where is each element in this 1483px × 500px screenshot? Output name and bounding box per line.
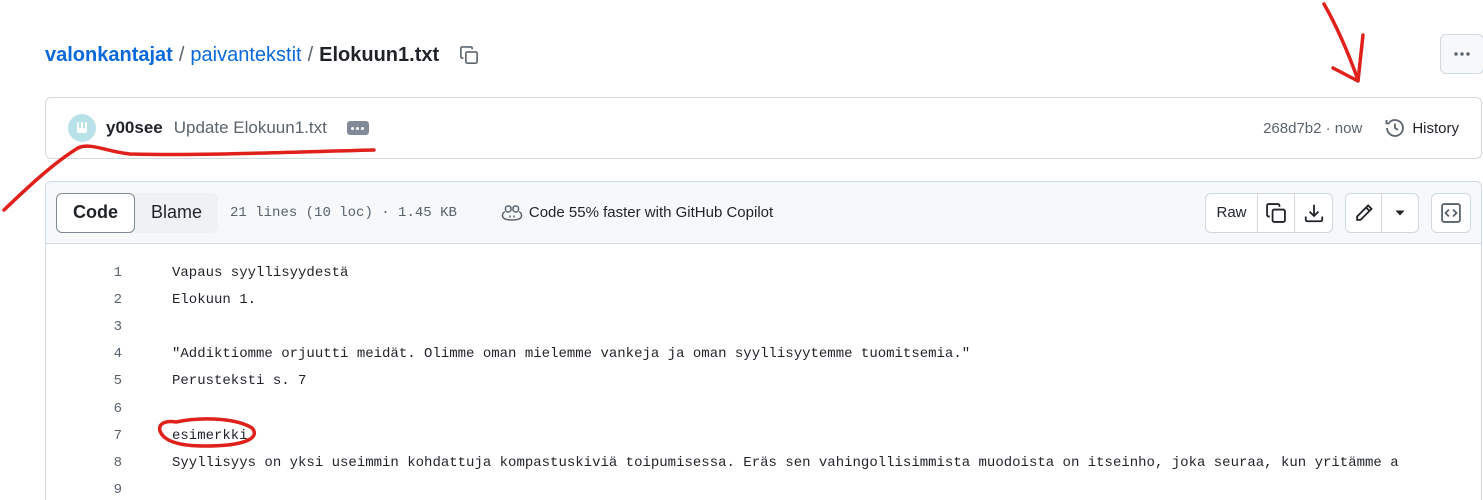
code-line: 7 esimerkki	[46, 422, 1481, 449]
commit-sha-time[interactable]: 268d7b2 · now	[1263, 120, 1362, 137]
tab-blame[interactable]: Blame	[135, 193, 218, 233]
github-file-page: valonkantajat / paivantekstit / Elokuun1…	[0, 0, 1483, 500]
code-square-icon	[1441, 202, 1461, 223]
line-number[interactable]: 7	[46, 428, 122, 444]
line-text: Vapaus syyllisyydestä	[172, 264, 349, 281]
line-number[interactable]: 4	[46, 346, 122, 362]
copy-path-icon[interactable]	[457, 43, 481, 67]
line-number[interactable]: 1	[46, 265, 122, 281]
copilot-promo-text: Code 55% faster with GitHub Copilot	[528, 204, 774, 221]
code-line: 5 Perusteksti s. 7	[46, 368, 1481, 395]
annotation-arrow-history	[1322, 2, 1360, 82]
tab-code[interactable]: Code	[56, 192, 135, 233]
kebab-horizontal-icon	[1454, 52, 1470, 56]
triangle-down-icon	[1395, 210, 1405, 215]
copy-raw-button[interactable]	[1258, 193, 1295, 232]
file-header: Code Blame 21 lines (10 loc) · 1.45 KB C…	[46, 182, 1481, 244]
view-toggle: Code Blame	[56, 192, 219, 233]
history-label: History	[1412, 119, 1459, 137]
history-button[interactable]: History	[1384, 117, 1459, 139]
line-number[interactable]: 6	[46, 401, 122, 417]
code-line: 3	[46, 313, 1481, 340]
code-line: 4 "Addiktiomme orjuutti meidät. Olimme om…	[46, 341, 1481, 368]
line-text: Syyllisyys on yksi useimmin kohdattuja k…	[172, 454, 1399, 471]
avatar[interactable]	[68, 114, 96, 142]
code-line: 6	[46, 395, 1481, 422]
raw-copy-download-group: Raw	[1205, 192, 1333, 233]
line-text: Elokuun 1.	[172, 291, 257, 308]
file-actions: Raw	[1205, 192, 1471, 233]
line-number[interactable]: 8	[46, 455, 122, 471]
code-line: 8 Syyllisyys on yksi useimmin kohdattuja …	[46, 449, 1481, 476]
breadcrumb-separator: /	[307, 44, 314, 66]
latest-commit-bar: y00see Update Elokuun1.txt 268d7b2 · now…	[45, 97, 1482, 159]
download-icon	[1304, 204, 1323, 222]
code-line: 1 Vapaus syyllisyydestä	[46, 259, 1481, 286]
copilot-promo-link[interactable]: Code 55% faster with GitHub Copilot	[501, 203, 773, 223]
line-text: "Addiktiomme orjuutti meidät. Olimme oma…	[172, 346, 971, 363]
annotation-arrowhead-history	[1331, 33, 1365, 83]
code-line: 2 Elokuun 1.	[46, 286, 1481, 313]
breadcrumb-separator: /	[178, 44, 185, 66]
code-line: 9	[46, 477, 1481, 500]
line-number[interactable]: 3	[46, 319, 122, 335]
history-icon	[1385, 119, 1405, 137]
copy-icon	[1266, 202, 1286, 223]
commit-author[interactable]: y00see	[106, 118, 163, 138]
copilot-icon	[501, 204, 523, 221]
more-options-button[interactable]	[1440, 34, 1483, 74]
line-text: esimerkki	[172, 427, 248, 444]
line-number[interactable]: 9	[46, 482, 122, 498]
commit-message[interactable]: Update Elokuun1.txt	[174, 118, 327, 138]
symbols-panel-button[interactable]	[1431, 192, 1471, 233]
breadcrumb-repo-link[interactable]: valonkantajat	[45, 40, 173, 70]
code-content[interactable]: 1 Vapaus syyllisyydestä 2 Elokuun 1. 3 4 "A…	[46, 244, 1481, 500]
breadcrumb-file-name: Elokuun1.txt	[319, 44, 440, 66]
pencil-icon	[1355, 203, 1373, 221]
download-button[interactable]	[1295, 194, 1332, 232]
line-text: Perusteksti s. 7	[172, 373, 307, 390]
edit-options-dropdown[interactable]	[1382, 194, 1418, 232]
file-viewer: Code Blame 21 lines (10 loc) · 1.45 KB C…	[45, 181, 1482, 500]
file-stats: 21 lines (10 loc) · 1.45 KB	[230, 204, 457, 221]
line-number[interactable]: 2	[46, 292, 122, 308]
line-number[interactable]: 5	[46, 373, 122, 389]
expand-commit-message-button[interactable]	[346, 121, 369, 135]
edit-group	[1345, 192, 1419, 233]
breadcrumb-folder-link[interactable]: paivantekstit	[190, 40, 301, 70]
breadcrumb: valonkantajat / paivantekstit / Elokuun1…	[45, 40, 481, 70]
raw-button[interactable]: Raw	[1206, 193, 1258, 232]
edit-file-button[interactable]	[1346, 193, 1382, 232]
